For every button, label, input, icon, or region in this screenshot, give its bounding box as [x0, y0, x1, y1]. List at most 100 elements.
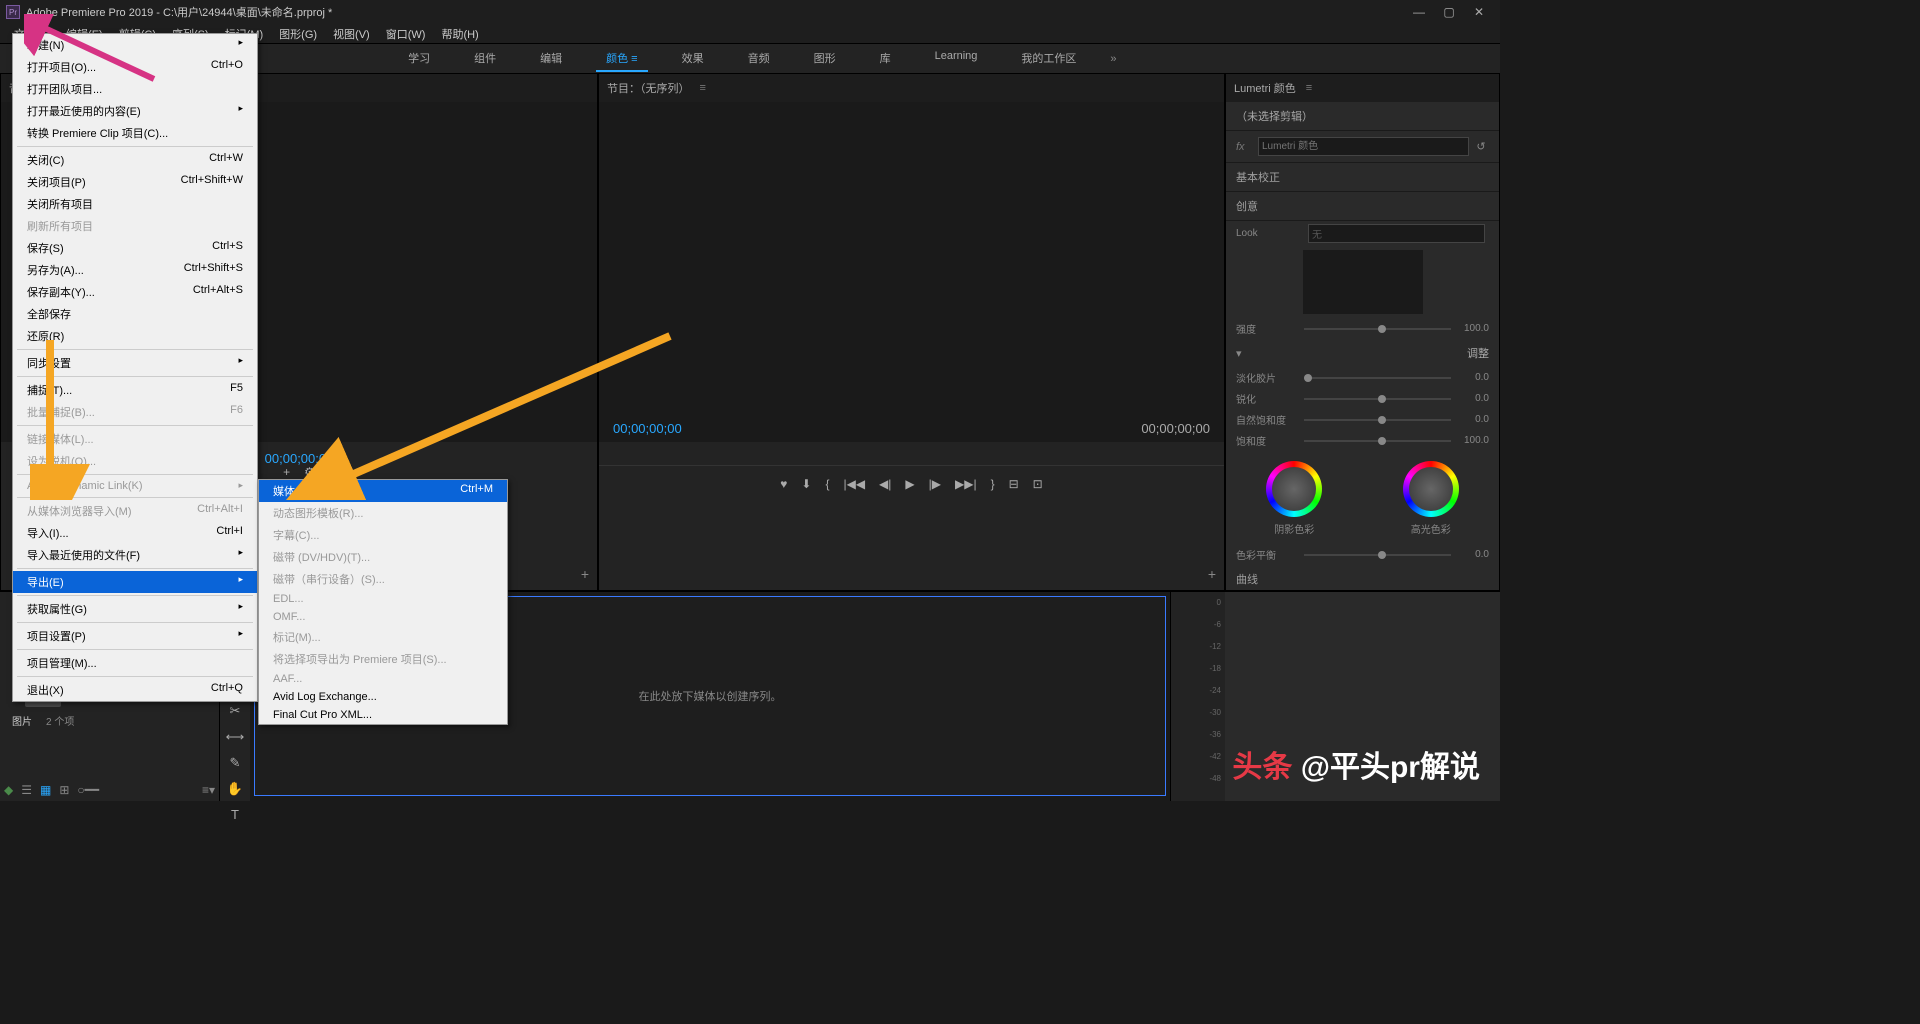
- reset-icon[interactable]: ↺: [1473, 140, 1489, 153]
- tool-button[interactable]: ✂: [230, 703, 241, 719]
- overflow-button[interactable]: »: [1110, 53, 1116, 65]
- button-editor[interactable]: +: [1208, 566, 1216, 582]
- workspace-编辑[interactable]: 编辑: [530, 46, 572, 72]
- fx-icon[interactable]: fx: [1236, 141, 1254, 153]
- maximize-button[interactable]: ▢: [1434, 5, 1464, 19]
- menu-item[interactable]: Final Cut Pro XML...: [259, 706, 507, 724]
- curves-section[interactable]: 曲线: [1226, 565, 1499, 592]
- faded-slider[interactable]: [1304, 377, 1451, 379]
- watermark-text: @平头pr解说: [1301, 751, 1480, 784]
- menu-帮助(H)[interactable]: 帮助(H): [433, 24, 486, 43]
- go-out-button[interactable]: }: [991, 477, 995, 491]
- menu-item[interactable]: 获取属性(G)▸: [13, 598, 257, 620]
- sharpen-slider[interactable]: [1304, 398, 1451, 400]
- meter-tick: -36: [1209, 730, 1221, 739]
- play-button[interactable]: ▶: [905, 477, 914, 491]
- lift-button[interactable]: ⊟: [1009, 477, 1019, 491]
- vibrance-slider[interactable]: [1304, 419, 1451, 421]
- menu-item[interactable]: 保存副本(Y)...Ctrl+Alt+S: [13, 281, 257, 303]
- shadow-tint-wheel[interactable]: [1266, 461, 1322, 517]
- look-preview: [1303, 250, 1423, 314]
- step-fwd-button[interactable]: ▶▶|: [955, 477, 977, 491]
- minimize-button[interactable]: —: [1404, 5, 1434, 19]
- highlight-tint-wheel[interactable]: [1403, 461, 1459, 517]
- step-back-button[interactable]: |◀◀: [843, 477, 865, 491]
- mark-in-button[interactable]: ♥: [780, 477, 787, 491]
- tool-button[interactable]: ✋: [227, 781, 243, 797]
- menu-item[interactable]: 关闭(C)Ctrl+W: [13, 149, 257, 171]
- button-editor[interactable]: +: [581, 566, 589, 582]
- panel-menu-icon[interactable]: ≡: [700, 82, 706, 94]
- menu-item[interactable]: 导出(E)▸: [13, 571, 257, 593]
- menu-item: OMF...: [259, 608, 507, 626]
- panel-menu-icon[interactable]: ≡: [1306, 82, 1312, 94]
- freeform-view-button[interactable]: ⊞: [59, 783, 69, 797]
- titlebar: Pr Adobe Premiere Pro 2019 - C:\用户\24944…: [0, 0, 1500, 24]
- menu-item[interactable]: 关闭项目(P)Ctrl+Shift+W: [13, 171, 257, 193]
- menu-视图(V)[interactable]: 视图(V): [325, 24, 378, 43]
- list-view-button[interactable]: ☰: [21, 783, 32, 797]
- prog-timecode-right: 00;00;00;00: [1141, 421, 1210, 436]
- menu-item: 磁带（串行设备）(S)...: [259, 568, 507, 590]
- close-button[interactable]: ✕: [1464, 5, 1494, 19]
- workspace-学习[interactable]: 学习: [398, 46, 440, 72]
- look-select[interactable]: [1308, 224, 1485, 243]
- tool-button[interactable]: ✎: [230, 755, 241, 771]
- meter-tick: -30: [1209, 708, 1221, 717]
- balance-slider[interactable]: [1304, 554, 1451, 556]
- workspace-颜色[interactable]: 颜色: [596, 46, 647, 72]
- workspace-我的工作区[interactable]: 我的工作区: [1011, 46, 1086, 72]
- tool-button[interactable]: ⟷: [226, 729, 245, 745]
- go-in-button[interactable]: {: [825, 477, 829, 491]
- menu-item[interactable]: 关闭所有项目: [13, 193, 257, 215]
- menu-item[interactable]: 全部保存: [13, 303, 257, 325]
- annotation-arrow-yellow: [30, 330, 680, 500]
- lumetri-subtitle: （未选择剪辑）: [1236, 108, 1313, 124]
- creative-section[interactable]: 创意: [1226, 192, 1499, 221]
- menu-item: 标记(M)...: [259, 626, 507, 648]
- menu-item[interactable]: 另存为(A)...Ctrl+Shift+S: [13, 259, 257, 281]
- sort-button[interactable]: ≡▾: [202, 783, 215, 797]
- lumetri-preset-input[interactable]: [1258, 137, 1469, 156]
- menu-item[interactable]: 项目管理(M)...: [13, 652, 257, 674]
- intensity-slider[interactable]: [1304, 328, 1451, 330]
- menu-item[interactable]: 打开最近使用的内容(E)▸: [13, 100, 257, 122]
- menu-item[interactable]: 导入最近使用的文件(F)▸: [13, 544, 257, 566]
- timeline-ruler[interactable]: [599, 442, 1224, 466]
- mark-out-button[interactable]: ⬇: [801, 477, 811, 491]
- tool-button[interactable]: T: [231, 807, 239, 822]
- workspace-图形[interactable]: 图形: [804, 46, 846, 72]
- next-frame-button[interactable]: |▶: [929, 477, 941, 491]
- menu-窗口(W)[interactable]: 窗口(W): [378, 24, 434, 43]
- menu-item: EDL...: [259, 590, 507, 608]
- icon-view-button[interactable]: ▦: [40, 783, 51, 797]
- app-icon: Pr: [6, 5, 20, 19]
- watermark-logo: 头条: [1232, 751, 1292, 784]
- program-panel: 节目：（无序列）≡ 00;00;00;00 00;00;00;00 ♥ ⬇ { …: [598, 73, 1225, 591]
- new-item-button[interactable]: ◆: [4, 783, 13, 797]
- menu-item: 从媒体浏览器导入(M)Ctrl+Alt+I: [13, 500, 257, 522]
- zoom-slider[interactable]: ○━━: [77, 783, 99, 797]
- menu-item[interactable]: 退出(X)Ctrl+Q: [13, 679, 257, 701]
- audio-meter: 0-6-12-18-24-30-36-42-48: [1170, 592, 1225, 801]
- watermark: 头条 @平头pr解说: [1232, 742, 1480, 786]
- export-submenu: 媒体(M)...Ctrl+M动态图形模板(R)...字幕(C)...磁带 (DV…: [258, 479, 508, 725]
- basic-correction-section[interactable]: 基本校正: [1226, 163, 1499, 192]
- menu-item[interactable]: Avid Log Exchange...: [259, 688, 507, 706]
- menu-item: 磁带 (DV/HDV)(T)...: [259, 546, 507, 568]
- menu-item[interactable]: 项目设置(P)▸: [13, 625, 257, 647]
- workspace-音频[interactable]: 音频: [738, 46, 780, 72]
- workspace-效果[interactable]: 效果: [672, 46, 714, 72]
- menu-图形(G)[interactable]: 图形(G): [271, 24, 325, 43]
- menu-item[interactable]: 转换 Premiere Clip 项目(C)...: [13, 122, 257, 144]
- prev-frame-button[interactable]: ◀|: [879, 477, 891, 491]
- saturation-slider[interactable]: [1304, 440, 1451, 442]
- extract-button[interactable]: ⊡: [1033, 477, 1043, 491]
- meter-tick: -42: [1209, 752, 1221, 761]
- workspace-组件[interactable]: 组件: [464, 46, 506, 72]
- workspace-库[interactable]: 库: [870, 46, 901, 72]
- workspace-Learning[interactable]: Learning: [925, 46, 988, 72]
- menu-item[interactable]: 导入(I)...Ctrl+I: [13, 522, 257, 544]
- menu-item[interactable]: 保存(S)Ctrl+S: [13, 237, 257, 259]
- program-monitor[interactable]: 00;00;00;00 00;00;00;00: [599, 102, 1224, 442]
